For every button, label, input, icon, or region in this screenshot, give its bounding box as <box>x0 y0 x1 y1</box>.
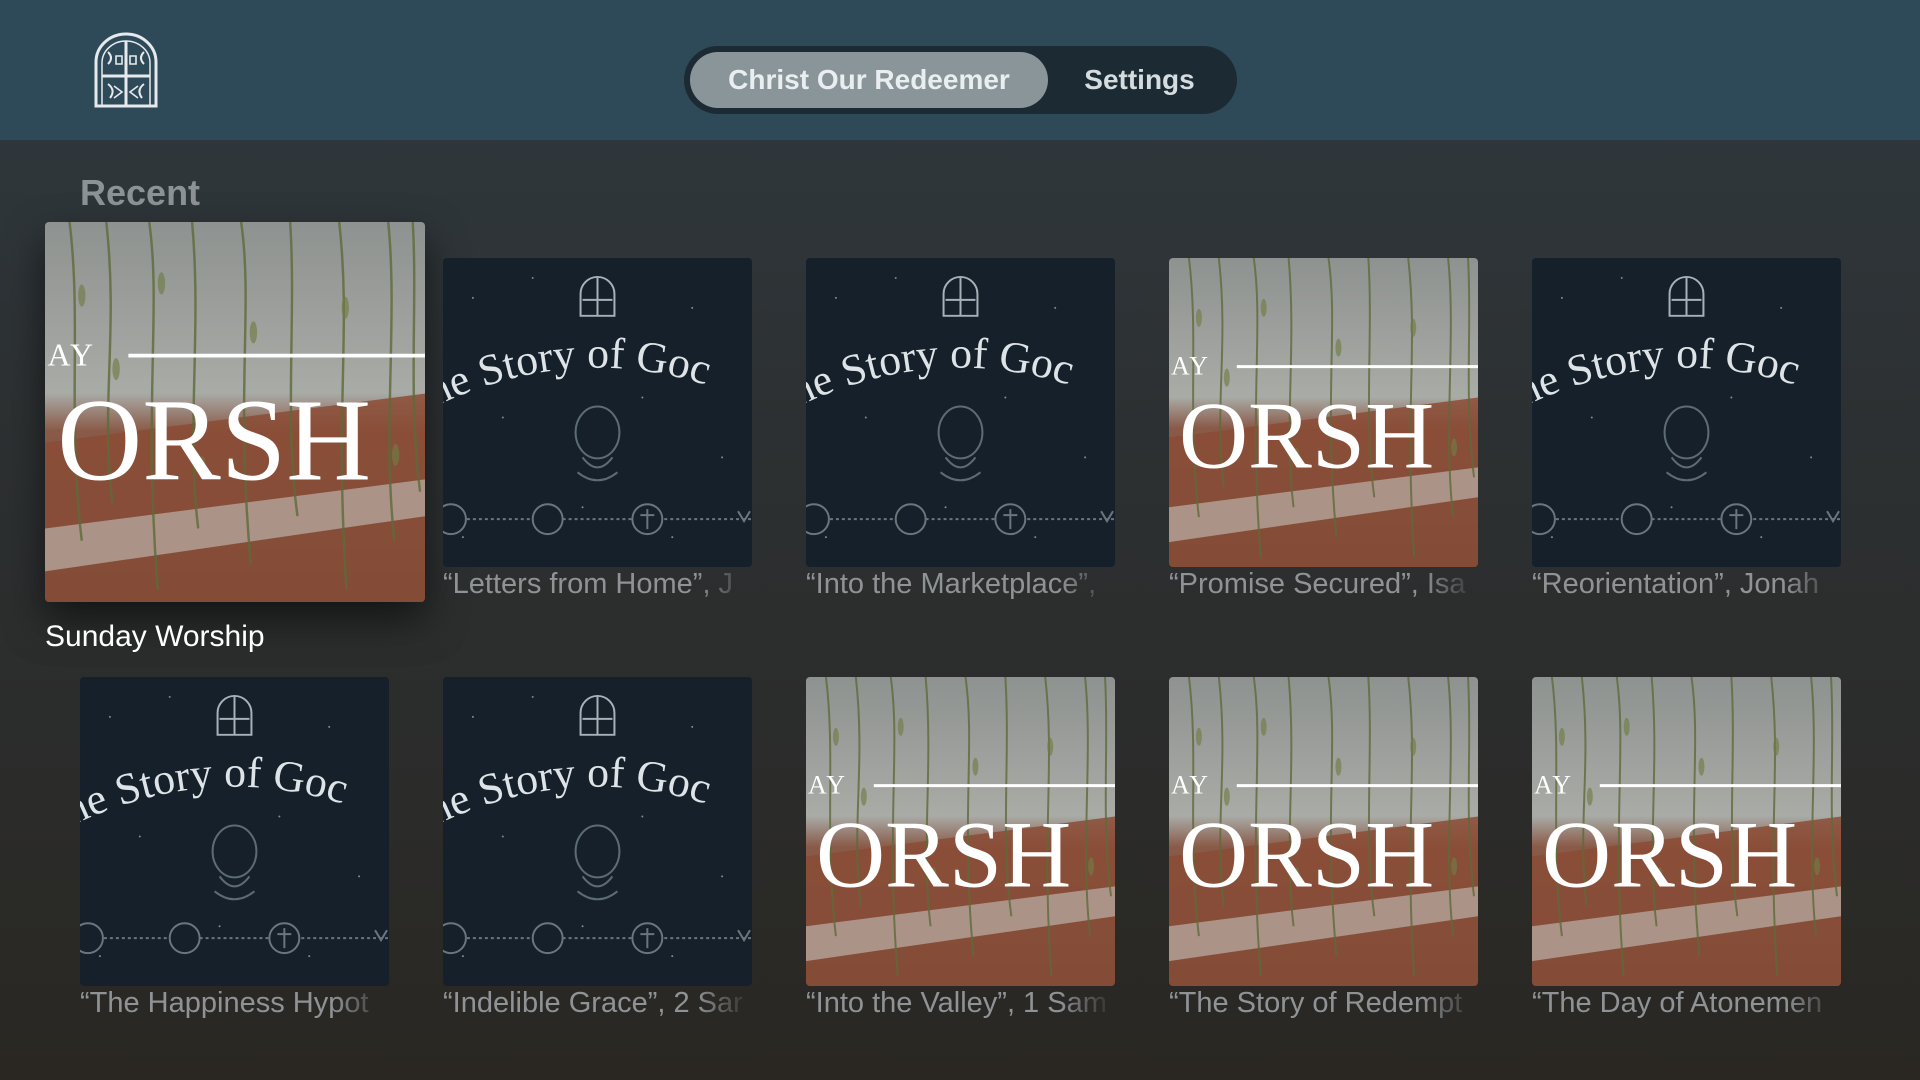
svg-text:AY: AY <box>47 337 95 372</box>
tab-settings[interactable]: Settings <box>1048 52 1231 108</box>
church-window-logo-icon <box>94 32 158 108</box>
story-of-god-artwork: he Story of Goc <box>443 258 752 567</box>
tab-christ-our-redeemer[interactable]: Christ Our Redeemer <box>690 52 1048 108</box>
sunday-worship-artwork: AY ORSH <box>806 677 1115 986</box>
recent-item-title: “Letters from Home”, J <box>443 568 734 600</box>
svg-text:ORSH: ORSH <box>57 375 371 505</box>
sunday-worship-artwork: AY ORSH <box>45 222 425 602</box>
recent-item-2[interactable]: he Story of Goc “Letters from Home”, J <box>443 258 752 637</box>
recent-item-4[interactable]: AY ORSH “Promise Secured”, Isa <box>1169 258 1478 637</box>
svg-text:ORSH: ORSH <box>1179 382 1434 488</box>
story-of-god-artwork: he Story of Goc <box>443 677 752 986</box>
story-of-god-artwork: he Story of Goc <box>1532 258 1841 567</box>
svg-text:ORSH: ORSH <box>816 801 1071 907</box>
recent-item-3[interactable]: he Story of Goc “Into the Marketplace”, <box>806 258 1115 637</box>
recent-item-title: Sunday Worship <box>45 620 265 653</box>
recent-item-5[interactable]: he Story of Goc “Reorientation”, Jonah <box>1532 258 1841 637</box>
recent-item-title: “Into the Valley”, 1 Sam <box>806 987 1107 1019</box>
top-bar: Christ Our Redeemer Settings <box>0 0 1920 140</box>
recent-item-7[interactable]: he Story of Goc “Indelible Grace”, 2 Sar <box>443 677 752 1056</box>
recent-item-title: “Reorientation”, Jonah <box>1532 568 1819 600</box>
section-title: Recent <box>80 172 201 213</box>
top-tab-bar: Christ Our Redeemer Settings <box>684 46 1237 114</box>
recent-item-title: “The Story of Redempt <box>1169 987 1463 1019</box>
sunday-worship-artwork: AY ORSH <box>1169 677 1478 986</box>
recent-item-9[interactable]: AY ORSH “The Story of Redempt <box>1169 677 1478 1056</box>
recent-item-title: “The Happiness Hypot <box>80 987 369 1019</box>
sunday-worship-artwork: AY ORSH <box>1532 677 1841 986</box>
recent-item-title: “Into the Marketplace”, <box>806 568 1097 600</box>
recent-item-title: “Promise Secured”, Isa <box>1169 568 1466 600</box>
story-of-god-artwork: he Story of Goc <box>806 258 1115 567</box>
recent-item-6[interactable]: he Story of Goc “The Happiness Hypot <box>80 677 389 1056</box>
svg-text:ORSH: ORSH <box>1542 801 1797 907</box>
svg-text:AY: AY <box>808 771 847 800</box>
svg-text:AY: AY <box>1171 771 1210 800</box>
svg-text:ORSH: ORSH <box>1179 801 1434 907</box>
svg-text:AY: AY <box>1534 771 1573 800</box>
svg-text:AY: AY <box>1171 352 1210 381</box>
recent-item-title: “The Day of Atonemen <box>1532 987 1823 1019</box>
recent-item-8[interactable]: AY ORSH “Into the Valley”, 1 Sam <box>806 677 1115 1056</box>
recent-item-title: “Indelible Grace”, 2 Sar <box>443 987 743 1019</box>
recent-item-1[interactable]: AY ORSH Sunday Worship <box>45 222 425 672</box>
sunday-worship-artwork: AY ORSH <box>1169 258 1478 567</box>
story-of-god-artwork: he Story of Goc <box>80 677 389 986</box>
recent-item-10[interactable]: AY ORSH “The Day of Atonemen <box>1532 677 1841 1056</box>
